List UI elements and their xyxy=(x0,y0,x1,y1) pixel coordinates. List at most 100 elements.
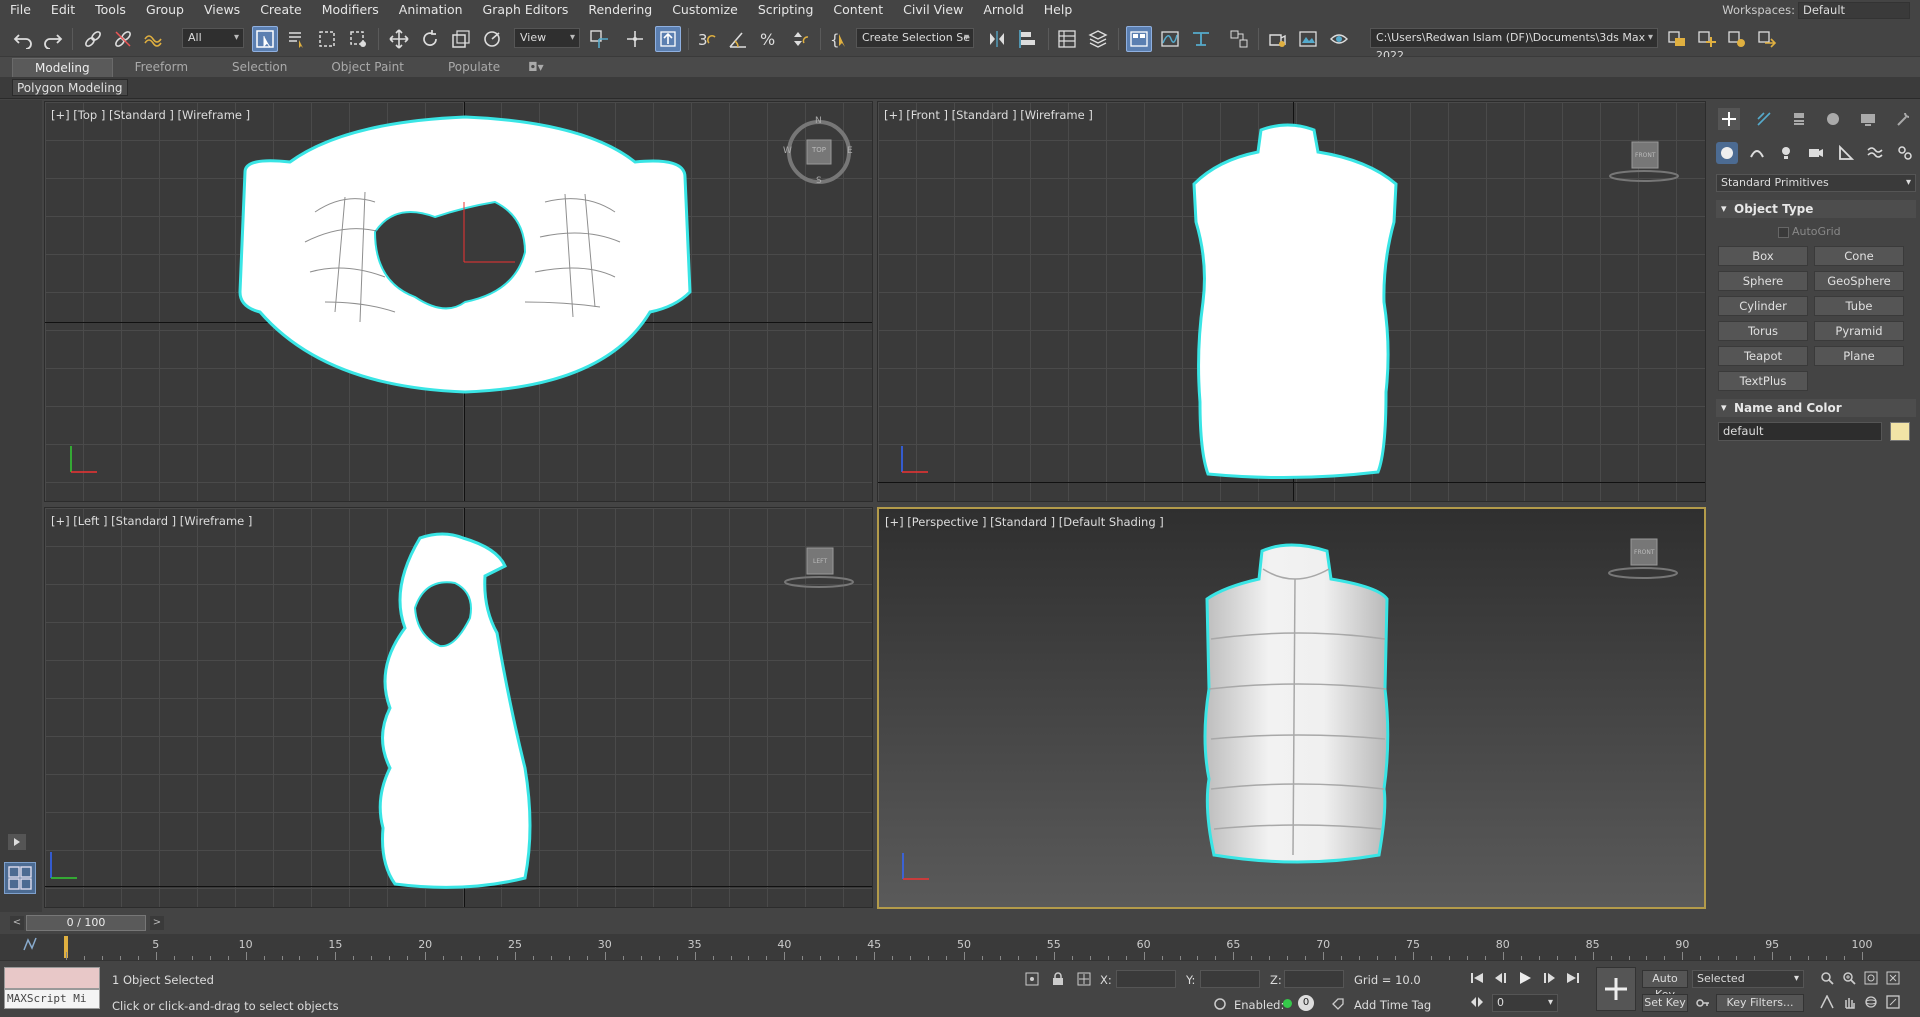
object-color-swatch[interactable] xyxy=(1890,422,1910,441)
sphere-button[interactable]: Sphere xyxy=(1718,271,1808,291)
window-crossing-icon[interactable] xyxy=(345,26,371,52)
menu-civil-view[interactable]: Civil View xyxy=(893,0,973,20)
polygon-modeling-panel-button[interactable]: Polygon Modeling xyxy=(12,79,128,96)
viewport-perspective[interactable]: [+] [Perspective ] [Standard ] [Default … xyxy=(877,507,1706,909)
ribbon-tab-modeling[interactable]: Modeling xyxy=(12,58,113,77)
create-project-icon[interactable] xyxy=(1694,26,1720,52)
render-production-icon[interactable] xyxy=(1326,26,1352,52)
menu-scripting[interactable]: Scripting xyxy=(748,0,824,20)
menu-customize[interactable]: Customize xyxy=(662,0,748,20)
open-project-icon[interactable] xyxy=(1664,26,1690,52)
track-bar-toggle-icon[interactable] xyxy=(22,936,38,952)
menu-edit[interactable]: Edit xyxy=(41,0,85,20)
render-setup-icon[interactable] xyxy=(1264,26,1290,52)
maxscript-listener-pink[interactable] xyxy=(4,967,100,989)
y-coord-field[interactable] xyxy=(1200,970,1260,988)
key-filters-button[interactable]: Key Filters... xyxy=(1716,994,1804,1012)
orbit-icon[interactable] xyxy=(1862,993,1880,1011)
x-coord-field[interactable] xyxy=(1116,970,1176,988)
key-mode-toggle-icon[interactable] xyxy=(1468,993,1486,1011)
rotate-icon[interactable] xyxy=(417,26,443,52)
select-object-icon[interactable] xyxy=(252,26,278,52)
keyboard-shortcut-override-icon[interactable] xyxy=(655,26,681,52)
viewport-left-label[interactable]: [+] [Left ] [Standard ] [Wireframe ] xyxy=(51,514,252,528)
go-to-start-icon[interactable] xyxy=(1468,969,1486,987)
isolate-selection-icon[interactable] xyxy=(1024,971,1040,987)
cameras-icon[interactable] xyxy=(1805,142,1827,164)
scale-icon[interactable] xyxy=(448,26,474,52)
layer-explorer-icon[interactable] xyxy=(1085,26,1111,52)
menu-create[interactable]: Create xyxy=(250,0,312,20)
reference-coordinate-dropdown[interactable]: View xyxy=(514,28,580,48)
enabled-counter[interactable]: 0 xyxy=(1298,995,1314,1011)
motion-panel-icon[interactable] xyxy=(1822,108,1844,130)
space-warps-icon[interactable] xyxy=(1864,142,1886,164)
torus-button[interactable]: Torus xyxy=(1718,321,1808,341)
viewcube-top[interactable]: TOP N S E W xyxy=(783,116,853,186)
viewport-top-label[interactable]: [+] [Top ] [Standard ] [Wireframe ] xyxy=(51,108,250,122)
autogrid-checkbox[interactable]: AutoGrid xyxy=(1778,225,1841,238)
ribbon-tab-freeform[interactable]: Freeform xyxy=(113,58,210,77)
ribbon-tab-populate[interactable]: Populate xyxy=(426,58,522,77)
menu-group[interactable]: Group xyxy=(136,0,194,20)
link-icon[interactable] xyxy=(80,26,106,52)
current-frame-field[interactable]: 0 xyxy=(1492,994,1558,1012)
cone-button[interactable]: Cone xyxy=(1814,246,1904,266)
zoom-extents-icon[interactable] xyxy=(1862,969,1880,987)
edit-named-selection-icon[interactable]: { xyxy=(826,26,852,52)
spinner-snap-icon[interactable] xyxy=(787,26,813,52)
field-of-view-icon[interactable] xyxy=(1818,993,1836,1011)
place-icon[interactable] xyxy=(479,26,505,52)
move-icon[interactable] xyxy=(386,26,412,52)
next-frame-arrow-icon[interactable]: > xyxy=(150,916,164,930)
curve-editor-icon[interactable] xyxy=(1157,26,1183,52)
pivot-center-icon[interactable] xyxy=(586,26,612,52)
previous-frame-arrow-icon[interactable]: < xyxy=(10,916,24,930)
textplus-button[interactable]: TextPlus xyxy=(1718,371,1808,391)
display-panel-icon[interactable] xyxy=(1857,108,1879,130)
key-icon[interactable] xyxy=(1694,994,1712,1012)
menu-animation[interactable]: Animation xyxy=(389,0,473,20)
ribbon-toggle-icon[interactable] xyxy=(1126,26,1152,52)
helpers-icon[interactable] xyxy=(1835,142,1857,164)
selection-filter-dropdown[interactable]: All xyxy=(182,28,244,48)
snaps-toggle-icon[interactable]: 3 xyxy=(694,26,720,52)
ribbon-tab-selection[interactable]: Selection xyxy=(210,58,309,77)
undo-icon[interactable] xyxy=(10,26,36,52)
tube-button[interactable]: Tube xyxy=(1814,296,1904,316)
viewport-left[interactable]: [+] [Left ] [Standard ] [Wireframe ] LEF… xyxy=(44,507,873,908)
schematic-view-icon[interactable] xyxy=(1188,26,1214,52)
viewport-front-label[interactable]: [+] [Front ] [Standard ] [Wireframe ] xyxy=(884,108,1093,122)
menu-rendering[interactable]: Rendering xyxy=(578,0,662,20)
plane-button[interactable]: Plane xyxy=(1814,346,1904,366)
time-tag-icon[interactable] xyxy=(1330,996,1346,1012)
zoom-extents-all-icon[interactable] xyxy=(1884,969,1902,987)
shapes-icon[interactable] xyxy=(1746,142,1768,164)
material-editor-icon[interactable] xyxy=(1226,26,1252,52)
select-manipulate-icon[interactable] xyxy=(622,26,648,52)
menu-content[interactable]: Content xyxy=(823,0,893,20)
workspaces-dropdown[interactable]: Default xyxy=(1798,2,1910,19)
previous-key-icon[interactable] xyxy=(1492,969,1510,987)
cylinder-button[interactable]: Cylinder xyxy=(1718,296,1808,316)
menu-tools[interactable]: Tools xyxy=(85,0,136,20)
set-key-icon[interactable] xyxy=(1596,967,1636,1011)
create-panel-icon[interactable] xyxy=(1718,108,1741,130)
viewport-perspective-label[interactable]: [+] [Perspective ] [Standard ] [Default … xyxy=(885,515,1164,529)
object-name-field[interactable]: default xyxy=(1718,422,1882,441)
viewcube-left[interactable]: LEFT xyxy=(783,546,855,590)
select-by-name-icon[interactable] xyxy=(283,26,309,52)
maximize-viewport-icon[interactable] xyxy=(1884,993,1902,1011)
go-to-end-icon[interactable] xyxy=(1564,969,1582,987)
viewport-layout-icon[interactable] xyxy=(4,862,36,894)
ribbon-tab-object-paint[interactable]: Object Paint xyxy=(309,58,426,77)
play-icon[interactable] xyxy=(1516,969,1534,987)
percent-snap-icon[interactable]: % xyxy=(756,26,782,52)
utilities-panel-icon[interactable] xyxy=(1892,108,1914,130)
box-button[interactable]: Box xyxy=(1718,246,1808,266)
z-coord-field[interactable] xyxy=(1284,970,1344,988)
primitive-category-dropdown[interactable]: Standard Primitives xyxy=(1716,174,1916,192)
set-key-button[interactable]: Set Key xyxy=(1642,994,1688,1012)
menu-graph-editors[interactable]: Graph Editors xyxy=(473,0,579,20)
systems-icon[interactable] xyxy=(1894,142,1916,164)
